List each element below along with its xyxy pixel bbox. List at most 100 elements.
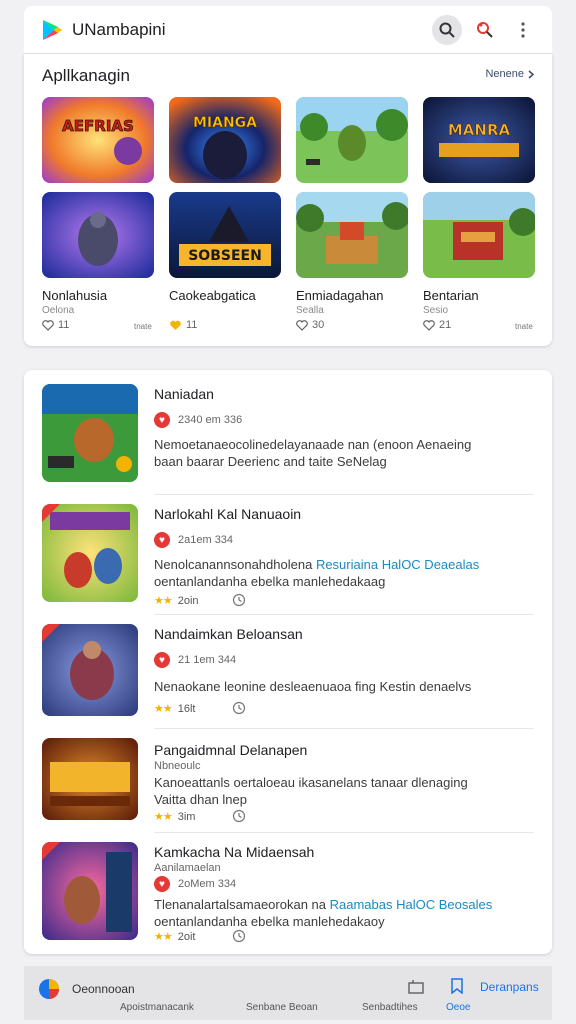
desc-line: Nenaokane leonine desleaenuaoa fing Kest… <box>154 679 472 694</box>
mic-search-icon <box>477 21 493 38</box>
star-rating-icon: ★★ <box>154 931 173 943</box>
rating-value: 16lt <box>177 702 196 715</box>
app-icon <box>42 842 138 940</box>
game-thumbnail[interactable]: MIANGA <box>169 97 281 183</box>
app-title: Nandaimkan Beloansan <box>154 626 303 642</box>
desc-link[interactable]: Resuriaina HalOC Deaealas <box>316 557 479 572</box>
desc-line: Nenolcanannsonahdholena <box>154 557 313 572</box>
bookmark-icon[interactable] <box>450 978 464 994</box>
heart-icon <box>296 319 308 331</box>
desc-line: Tlenanalartalsamaeorokan na <box>154 897 326 912</box>
app-subtitle: Aanilamaelan <box>154 862 221 874</box>
more-vert-icon <box>521 21 525 38</box>
game-name: Enmiadagahan <box>296 288 384 303</box>
game-thumbnail[interactable] <box>423 192 535 278</box>
nav-item-active[interactable]: Deranpans <box>480 980 539 994</box>
bottom-navigation: Oeonnooan Apoistmanacank Senbane Beoan S… <box>24 966 552 1020</box>
desc-link[interactable]: Raamabas HalOC Beosales <box>330 897 493 912</box>
app-title: Kamkacha Na Midaensah <box>154 844 315 860</box>
nav-sub-label[interactable]: Senbadtihes <box>362 1002 418 1013</box>
clock-icon <box>232 701 246 715</box>
game-count: 11 <box>58 319 70 331</box>
game-thumbnail[interactable] <box>296 192 408 278</box>
divider <box>154 832 534 833</box>
search-icon <box>439 22 455 38</box>
nav-sub-label[interactable]: Senbane Beoan <box>246 1002 318 1013</box>
rating-value: 2oin <box>177 594 199 607</box>
app-meta: ♥ 2oMem 334 <box>154 876 236 892</box>
game-thumbnail[interactable]: MANRA <box>423 97 535 183</box>
app-meta: ♥ 21 1em 344 <box>154 652 236 668</box>
clock-icon <box>232 593 246 607</box>
desc-line: Vaitta dhan lnep <box>154 792 247 807</box>
app-description: Nenaokane leonine desleaenuaoa fing Kest… <box>154 678 534 695</box>
rating-value: 3im <box>177 810 196 823</box>
game-meta: 21 <box>423 319 451 331</box>
app-title: UNambapini <box>72 19 166 39</box>
search-button[interactable] <box>432 14 462 45</box>
app-icon <box>42 624 138 716</box>
nav-sub-label[interactable]: Oeoe <box>446 1002 470 1013</box>
heart-icon <box>42 319 54 331</box>
clock-icon <box>232 929 246 943</box>
app-header: UNambapini <box>24 6 552 54</box>
game-count: 21 <box>439 319 452 331</box>
svg-text:MIANGA: MIANGA <box>193 115 257 131</box>
game-name: Nonlahusia <box>42 288 108 303</box>
divider <box>154 728 534 729</box>
game-count: 11 <box>186 319 198 331</box>
app-logo-icon <box>39 979 59 999</box>
star-rating-icon: ★★ <box>154 811 173 823</box>
clock-icon <box>232 809 246 823</box>
game-thumbnail[interactable] <box>42 192 154 278</box>
chevron-right-icon <box>528 69 534 79</box>
game-thumbnail[interactable]: SOBSEEN <box>169 192 281 278</box>
svg-text:MANRA: MANRA <box>448 121 511 139</box>
game-meta: 30 <box>296 319 324 331</box>
game-count: 30 <box>312 319 325 331</box>
app-meta-text: 21 1em 344 <box>178 654 237 666</box>
app-description: Nenolcanannsonahdholena Resuriaina HalOC… <box>154 556 534 590</box>
app-title: Naniadan <box>154 386 214 402</box>
list-item[interactable]: Kamkacha Na Midaensah Aanilamaelan ♥ 2oM… <box>42 842 532 946</box>
desc-line: baan baarar Deerienc and taite SeNelag <box>154 454 387 469</box>
svg-text:AEFRIAS: AEFRIAS <box>62 117 134 135</box>
game-badge: tnate <box>134 322 152 331</box>
game-thumbnail[interactable]: AEFRIAS <box>42 97 154 183</box>
apps-grid-card: Apllkanagin Nenene AEFRIAS MIANGA MANRA … <box>24 54 552 346</box>
app-stats: ★★ 3im <box>154 810 196 824</box>
divider <box>154 614 534 615</box>
game-meta: 11 <box>42 319 69 331</box>
game-name: Bentarian <box>423 288 479 303</box>
see-more-label: Nenene <box>485 68 524 80</box>
play-store-logo-icon <box>43 19 62 40</box>
app-description: Kanoeattanls oertaloeau ikasanelans tana… <box>154 774 534 808</box>
list-item[interactable]: Pangaidmnal Delanapen Nbneoulc Kanoeatta… <box>42 738 532 838</box>
svg-text:SOBSEEN: SOBSEEN <box>188 248 262 264</box>
more-menu-button[interactable] <box>508 15 538 45</box>
app-stats: ★★ 16lt <box>154 702 196 716</box>
game-thumbnail[interactable] <box>296 97 408 183</box>
list-item[interactable]: Naniadan ♥ 2340 em 336 Nemoetanaeocoline… <box>42 384 532 494</box>
desc-line: Kanoeattanls oertaloeau ikasanelans tana… <box>154 775 468 790</box>
app-stats: ★★ 2oin <box>154 594 199 608</box>
rating-badge-icon: ♥ <box>154 652 170 668</box>
heart-icon <box>423 319 435 331</box>
game-meta: 11 <box>169 319 197 331</box>
app-icon <box>42 504 138 602</box>
see-more-link[interactable]: Nenene <box>485 68 534 80</box>
nav-item-home[interactable]: Oeonnooan <box>72 982 135 996</box>
rating-badge-icon: ♥ <box>154 532 170 548</box>
library-icon[interactable] <box>408 980 424 994</box>
game-subtitle: Sealla <box>296 305 324 316</box>
voice-search-button[interactable] <box>470 15 500 45</box>
desc-line: oentanlandanha ebelka manlehedakaag <box>154 574 386 589</box>
nav-sub-label[interactable]: Apoistmanacank <box>120 1002 194 1013</box>
desc-line: oentanlandanha ebelka manlehedakaoy <box>154 914 385 929</box>
app-icon <box>42 738 138 820</box>
desc-line: Nemoetanaeocolinedelayanaade nan (enoon … <box>154 437 472 452</box>
list-item[interactable]: Narlokahl Kal Nanuaoin ♥ 2a1em 334 Nenol… <box>42 504 532 614</box>
divider <box>154 494 534 495</box>
list-item[interactable]: Nandaimkan Beloansan ♥ 21 1em 344 Nenaok… <box>42 624 532 724</box>
rating-badge-icon: ♥ <box>154 876 170 892</box>
